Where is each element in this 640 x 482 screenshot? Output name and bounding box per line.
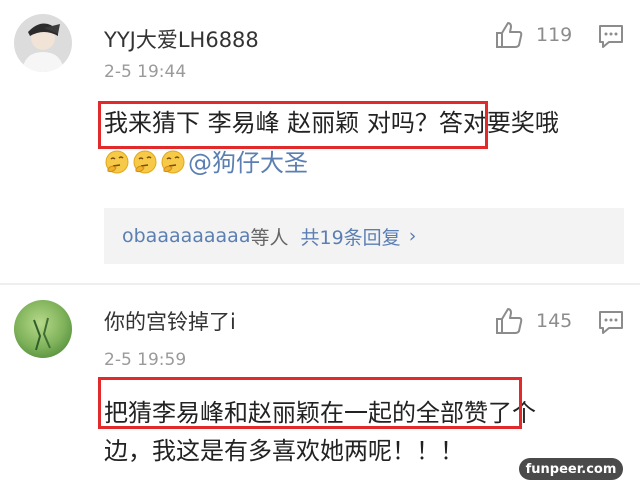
comment-thread: YYJ大爱LH6888 2-5 19:44 119 我来猜下 李易峰 赵丽颖 对… bbox=[0, 0, 640, 482]
watermark: funpeer.com bbox=[519, 458, 623, 480]
reply-button[interactable] bbox=[597, 308, 625, 336]
divider bbox=[0, 283, 640, 285]
like-button[interactable]: 145 bbox=[494, 306, 572, 336]
comment-bubble-icon bbox=[599, 25, 623, 48]
view-replies-link[interactable]: 共19条回复 bbox=[301, 223, 401, 250]
thinking-face-emoji-icon bbox=[161, 150, 185, 174]
reply-user-link[interactable]: obaaaaaaaaa bbox=[122, 225, 250, 247]
reply-button[interactable] bbox=[597, 22, 625, 50]
username[interactable]: YYJ大爱LH6888 bbox=[104, 24, 259, 54]
replies-summary[interactable]: obaaaaaaaaa 等人 共19条回复 › bbox=[104, 208, 624, 264]
comment-bubble-icon bbox=[599, 311, 623, 334]
comment-text-line-2: @狗仔大圣 bbox=[104, 144, 624, 182]
chevron-right-icon: › bbox=[408, 225, 417, 247]
avatar[interactable] bbox=[14, 14, 72, 72]
comment-text: 把猜李易峰和赵丽颖在一起的全部赞了个 bbox=[104, 399, 536, 427]
thumbs-up-icon bbox=[496, 308, 523, 334]
user-avatar-icon bbox=[14, 14, 72, 72]
like-count: 145 bbox=[536, 310, 573, 332]
thinking-face-emoji-icon bbox=[105, 150, 129, 174]
comment-item: 你的宫铃掉了i 2-5 19:59 145 把猜李易峰和赵丽颖在一起的全部赞了个… bbox=[0, 286, 640, 482]
mention-link[interactable]: @狗仔大圣 bbox=[188, 149, 308, 177]
username[interactable]: 你的宫铃掉了i bbox=[104, 306, 236, 336]
comment-item: YYJ大爱LH6888 2-5 19:44 119 我来猜下 李易峰 赵丽颖 对… bbox=[0, 0, 640, 282]
like-button[interactable]: 119 bbox=[494, 20, 572, 50]
reply-others-label: 等人 bbox=[250, 226, 289, 249]
user-avatar-icon bbox=[14, 300, 72, 358]
thinking-face-emoji-icon bbox=[133, 150, 157, 174]
timestamp: 2-5 19:59 bbox=[104, 350, 187, 370]
avatar[interactable] bbox=[14, 300, 72, 358]
like-count: 119 bbox=[536, 24, 573, 46]
timestamp: 2-5 19:44 bbox=[104, 62, 187, 82]
thumbs-up-icon bbox=[496, 22, 523, 48]
comment-text: 我来猜下 李易峰 赵丽颖 对吗？答对要奖哦 bbox=[104, 109, 559, 137]
